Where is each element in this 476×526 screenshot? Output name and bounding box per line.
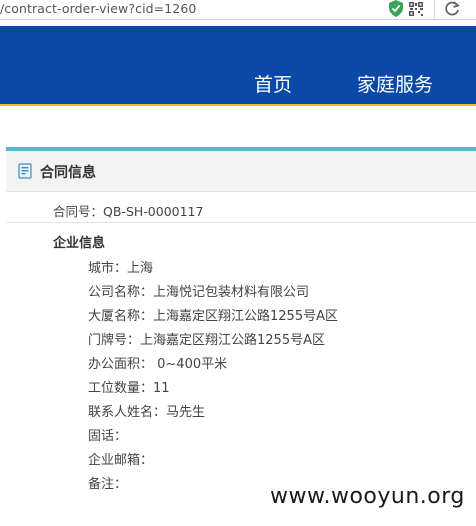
divider <box>6 222 476 223</box>
field-value: 11 <box>153 381 170 396</box>
field-building-name: 大厦名称：上海嘉定区翔江公路1255号A区 <box>88 305 338 324</box>
field-label: 大厦名称： <box>88 309 154 324</box>
company-info-title: 企业信息 <box>53 236 106 251</box>
field-label: 公司名称： <box>88 285 154 300</box>
toolbar-divider <box>434 0 435 19</box>
field-workstation-count: 工位数量：11 <box>88 377 170 396</box>
section-header: 合同信息 <box>6 151 476 192</box>
section-title: 合同信息 <box>40 165 96 181</box>
field-label: 城市： <box>88 261 128 276</box>
field-door-number: 门牌号：上海嘉定区翔江公路1255号A区 <box>88 329 325 348</box>
field-value: 0~400平米 <box>153 357 228 372</box>
field-value: 上海嘉定区翔江公路1255号A区 <box>153 309 338 324</box>
qr-code-icon[interactable] <box>409 2 423 16</box>
field-label: 企业邮箱： <box>88 453 154 468</box>
field-label: 办公面积： <box>88 357 154 372</box>
field-value: 上海嘉定区翔江公路1255号A区 <box>140 333 325 348</box>
field-label: 联系人姓名： <box>88 405 167 420</box>
field-company-name: 公司名称：上海悦记包装材料有限公司 <box>88 281 309 300</box>
field-city: 城市：上海 <box>88 257 153 276</box>
field-label: 备注： <box>88 477 128 492</box>
field-contact-name: 联系人姓名：马先生 <box>88 401 205 420</box>
field-office-area: 办公面积： 0~400平米 <box>88 353 227 372</box>
field-phone: 固话： <box>88 425 127 444</box>
field-label: 固话： <box>88 429 128 444</box>
watermark-text: www.wooyun.org <box>270 484 465 509</box>
contract-number-value: QB-SH-0000117 <box>103 204 204 219</box>
contract-number-label: 合同号： <box>53 204 104 219</box>
security-shield-icon[interactable] <box>389 0 403 17</box>
document-icon <box>18 163 32 179</box>
field-label: 工位数量： <box>88 381 154 396</box>
nav-item-family-service[interactable]: 家庭服务 <box>357 70 433 97</box>
field-remarks: 备注： <box>88 473 127 492</box>
field-value: 上海悦记包装材料有限公司 <box>153 285 310 300</box>
field-value: 马先生 <box>166 405 206 420</box>
field-label: 门牌号： <box>88 333 141 348</box>
contract-number-row: 合同号：QB-SH-0000117 <box>53 201 203 220</box>
address-bar[interactable]: /contract-order-view?cid=1260 <box>0 0 476 20</box>
header-accent-line <box>0 104 476 106</box>
field-value: 上海 <box>127 261 154 276</box>
nav-item-home[interactable]: 首页 <box>254 70 292 97</box>
field-company-email: 企业邮箱： <box>88 449 153 468</box>
url-text[interactable]: /contract-order-view?cid=1260 <box>0 1 196 16</box>
reload-icon[interactable] <box>445 1 460 17</box>
